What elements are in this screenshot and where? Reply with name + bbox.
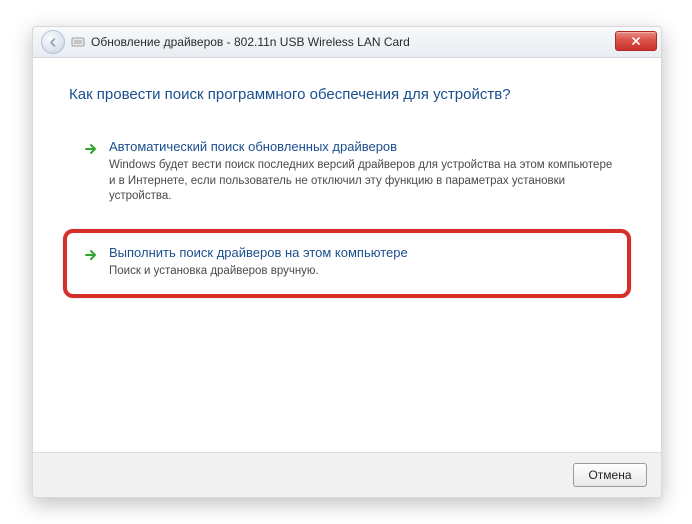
titlebar: Обновление драйверов - 802.11n USB Wirel… [33, 27, 661, 58]
cancel-label: Отмена [588, 468, 631, 482]
option-auto-search[interactable]: Автоматический поиск обновленных драйвер… [69, 129, 625, 217]
arrow-left-icon [48, 37, 59, 48]
page-heading: Как провести поиск программного обеспече… [69, 86, 625, 103]
option-auto-desc: Windows будет вести поиск последних верс… [109, 158, 613, 205]
content-area: Как провести поиск программного обеспече… [33, 58, 661, 452]
option-manual-search[interactable]: Выполнить поиск драйверов на этом компью… [69, 235, 625, 292]
driver-update-dialog: Обновление драйверов - 802.11n USB Wirel… [32, 26, 662, 498]
option-manual-desc: Поиск и установка драйверов вручную. [109, 264, 613, 280]
close-button[interactable] [615, 31, 657, 51]
back-button[interactable] [41, 30, 65, 54]
arrow-right-icon [83, 247, 103, 263]
footer: Отмена [33, 452, 661, 497]
close-icon [631, 36, 641, 46]
device-icon [71, 35, 85, 49]
cancel-button[interactable]: Отмена [573, 463, 647, 487]
option-auto-title: Автоматический поиск обновленных драйвер… [109, 139, 613, 155]
option-manual-title: Выполнить поиск драйверов на этом компью… [109, 245, 613, 261]
arrow-right-icon [83, 141, 103, 157]
window-title: Обновление драйверов - 802.11n USB Wirel… [91, 35, 410, 49]
